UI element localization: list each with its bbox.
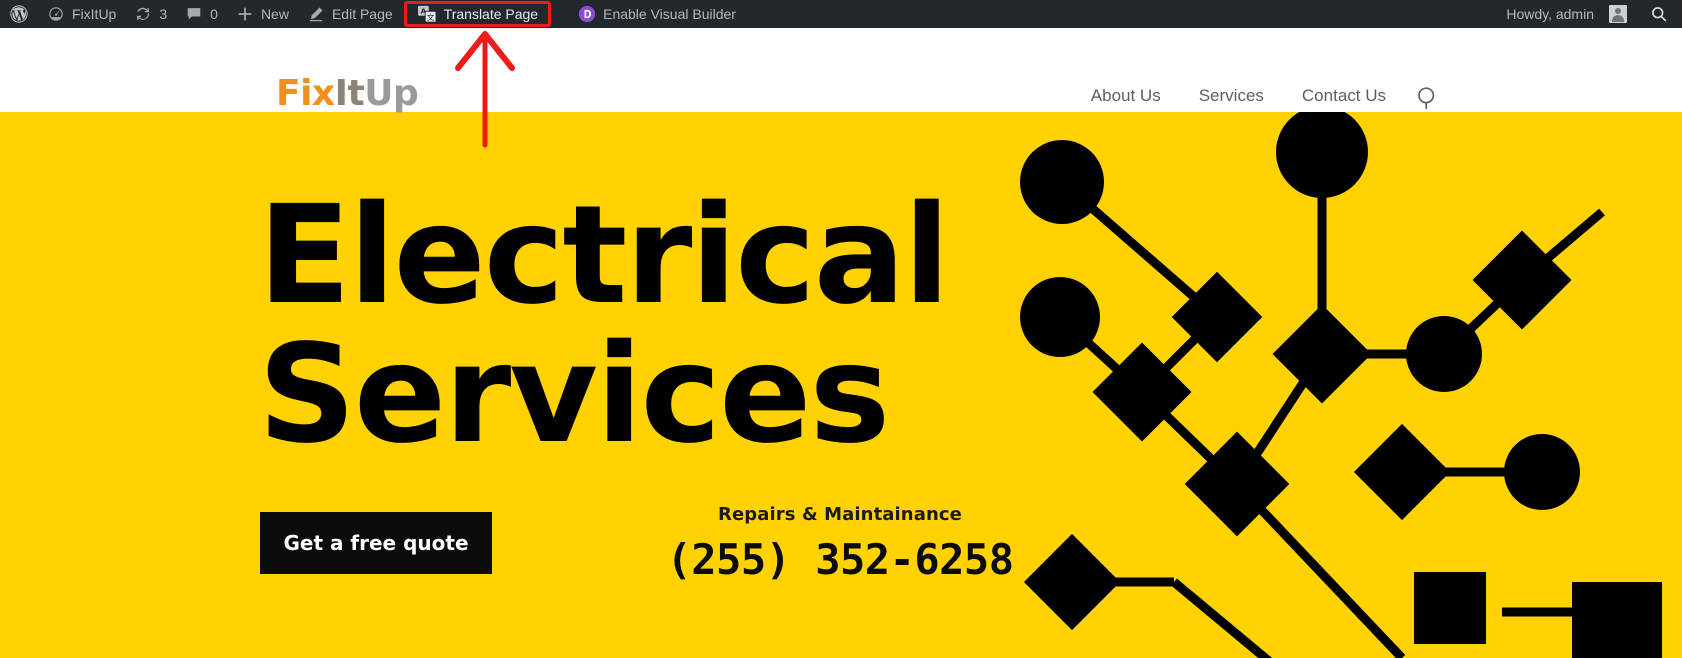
adminbar-search-button[interactable] bbox=[1636, 5, 1682, 23]
site-logo[interactable]: FixItUp bbox=[276, 73, 419, 114]
pencil-icon bbox=[307, 5, 325, 23]
hero-title-line-1: Electrical bbox=[258, 177, 950, 335]
logo-part-it: It bbox=[334, 73, 365, 114]
plus-icon bbox=[236, 5, 254, 23]
translate-page-label: Translate Page bbox=[443, 6, 539, 22]
nav-item-contact-us[interactable]: Contact Us bbox=[1302, 86, 1386, 106]
updates-menu[interactable]: 3 bbox=[125, 0, 176, 28]
my-account-menu[interactable]: Howdy, admin bbox=[1497, 0, 1636, 28]
phone-number[interactable]: (255) 352-6258 bbox=[660, 535, 1020, 584]
new-content-label: New bbox=[260, 6, 289, 22]
updates-icon bbox=[134, 5, 152, 23]
howdy-label: Howdy, admin bbox=[1506, 6, 1594, 22]
new-content-menu[interactable]: New bbox=[227, 0, 298, 28]
wp-admin-bar: FixItUp 3 0 New Edit Page A 文 Translate … bbox=[0, 0, 1682, 28]
site-name-label: FixItUp bbox=[72, 6, 117, 22]
comments-count: 0 bbox=[210, 6, 218, 22]
site-search-button[interactable] bbox=[1414, 84, 1442, 112]
divi-d-icon bbox=[578, 5, 596, 23]
circuit-board-graphic bbox=[1020, 112, 1662, 658]
translate-page-button[interactable]: A 文 Translate Page bbox=[403, 1, 552, 27]
updates-count: 3 bbox=[159, 6, 168, 22]
nav-item-about-us[interactable]: About Us bbox=[1091, 86, 1161, 106]
hero-section: Electrical Services Get a free quote Rep… bbox=[0, 112, 1682, 658]
wordpress-logo-icon bbox=[9, 4, 29, 24]
primary-navigation: About Us Services Contact Us bbox=[1091, 86, 1386, 106]
logo-part-fix: Fix bbox=[276, 73, 335, 114]
comments-menu[interactable]: 0 bbox=[176, 0, 227, 28]
nav-item-services[interactable]: Services bbox=[1199, 86, 1264, 106]
translate-icon: A 文 bbox=[417, 5, 437, 23]
avatar bbox=[1609, 5, 1627, 23]
enable-visual-builder-label: Enable Visual Builder bbox=[603, 6, 736, 22]
adminbar-right-group: Howdy, admin bbox=[1497, 0, 1682, 28]
comment-bubble-icon bbox=[185, 5, 203, 23]
cta-label: Get a free quote bbox=[283, 531, 469, 555]
dashboard-icon bbox=[47, 5, 65, 23]
enable-visual-builder-button[interactable]: Enable Visual Builder bbox=[569, 0, 745, 28]
site-header: FixItUp About Us Services Contact Us bbox=[0, 28, 1682, 112]
contact-block: Repairs & Maintainance (255) 352-6258 bbox=[660, 504, 1020, 584]
wp-logo-menu[interactable] bbox=[0, 0, 38, 28]
svg-text:文: 文 bbox=[426, 12, 434, 22]
edit-page-button[interactable]: Edit Page bbox=[298, 0, 402, 28]
edit-page-label: Edit Page bbox=[331, 6, 393, 22]
get-free-quote-button[interactable]: Get a free quote bbox=[260, 512, 492, 574]
sidebar-item-site-name[interactable]: FixItUp bbox=[38, 0, 125, 28]
hero-title-line-2: Services bbox=[258, 315, 890, 474]
logo-part-up: Up bbox=[364, 73, 419, 114]
page-title: Electrical Services bbox=[258, 177, 950, 474]
phone-caption: Repairs & Maintainance bbox=[718, 504, 962, 525]
page-root: FixItUp 3 0 New Edit Page A 文 Translate … bbox=[0, 0, 1682, 658]
